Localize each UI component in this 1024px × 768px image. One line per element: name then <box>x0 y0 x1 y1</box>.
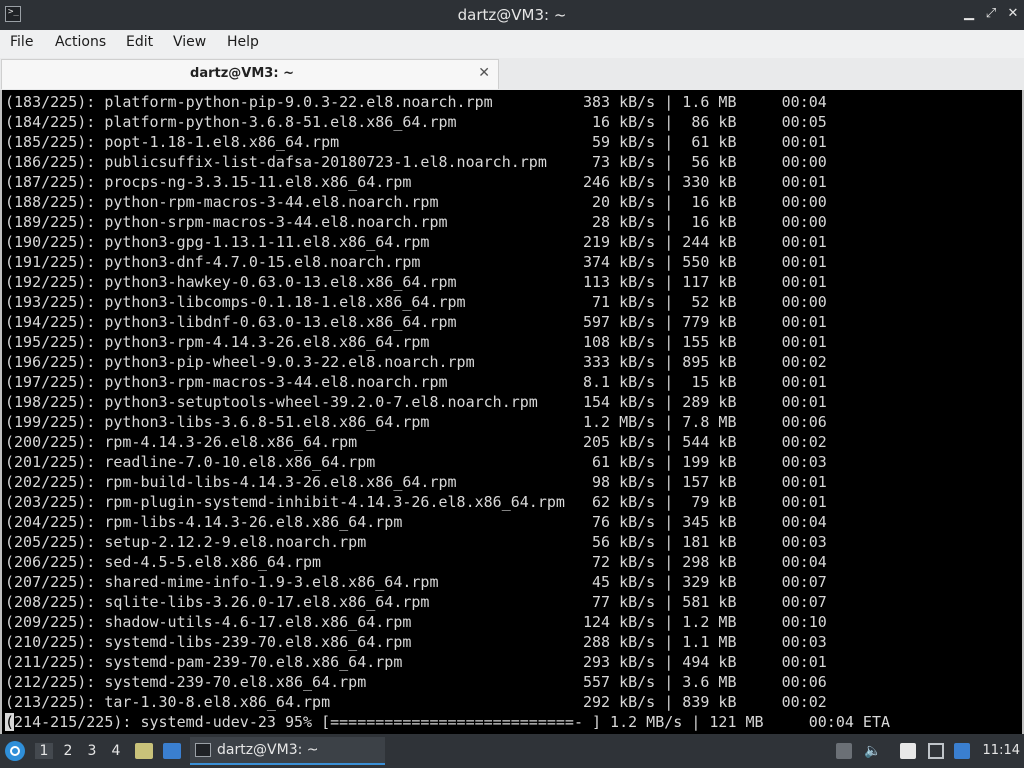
terminal-line: (191/225): python3-dnf-4.7.0-15.el8.noar… <box>5 253 827 271</box>
terminal-line: (193/225): python3-libcomps-0.1.18-1.el8… <box>5 293 827 311</box>
clipboard-icon[interactable] <box>900 743 916 759</box>
menu-view[interactable]: View <box>173 34 206 50</box>
terminal-line: (213/225): tar-1.30-8.el8.x86_64.rpm 292… <box>5 693 827 711</box>
terminal-line: (200/225): rpm-4.14.3-26.el8.x86_64.rpm … <box>5 433 827 451</box>
minimize-icon[interactable]: ▁ <box>962 7 976 21</box>
terminal-line: (202/225): rpm-build-libs-4.14.3-26.el8.… <box>5 473 827 491</box>
taskbar: 1 2 3 4 dartz@VM3: ~ 🔈 11:14 <box>0 734 1024 768</box>
workspace-2[interactable]: 2 <box>59 743 77 759</box>
workspace-4[interactable]: 4 <box>107 743 125 759</box>
terminal-line: (190/225): python3-gpg-1.13.1-11.el8.x86… <box>5 233 827 251</box>
terminal-line: (194/225): python3-libdnf-0.63.0-13.el8.… <box>5 313 827 331</box>
show-desktop-icon[interactable] <box>163 743 181 759</box>
close-window-icon[interactable]: ✕ <box>1006 7 1020 21</box>
network-icon[interactable] <box>928 743 944 759</box>
terminal-line: (205/225): setup-2.12.2-9.el8.noarch.rpm… <box>5 533 827 551</box>
start-menu-icon[interactable] <box>5 741 25 761</box>
taskbar-terminal-task[interactable]: dartz@VM3: ~ <box>190 737 385 765</box>
terminal-line: (199/225): python3-libs-3.6.8-51.el8.x86… <box>5 413 827 431</box>
progress-line: (214-215/225): systemd-udev-23 95% [====… <box>5 712 890 732</box>
menu-help[interactable]: Help <box>227 34 259 50</box>
terminal-line: (204/225): rpm-libs-4.14.3-26.el8.x86_64… <box>5 513 827 531</box>
menu-file[interactable]: File <box>10 34 33 50</box>
terminal-output[interactable]: (183/225): platform-python-pip-9.0.3-22.… <box>0 90 1024 734</box>
terminal-line: (185/225): popt-1.18-1.el8.x86_64.rpm 59… <box>5 133 827 151</box>
notification-icon[interactable] <box>954 743 970 759</box>
terminal-line: (184/225): platform-python-3.6.8-51.el8.… <box>5 113 827 131</box>
terminal-line: (186/225): publicsuffix-list-dafsa-20180… <box>5 153 827 171</box>
terminal-line: (197/225): python3-rpm-macros-3-44.el8.n… <box>5 373 827 391</box>
terminal-line: (211/225): systemd-pam-239-70.el8.x86_64… <box>5 653 827 671</box>
close-tab-icon[interactable]: ✕ <box>478 65 490 81</box>
terminal-line: (187/225): procps-ng-3.3.15-11.el8.x86_6… <box>5 173 827 191</box>
progress-text: 214-215/225): systemd-udev-23 95% [=====… <box>14 713 891 731</box>
terminal-task-icon <box>195 743 211 757</box>
terminal-line: (203/225): rpm-plugin-systemd-inhibit-4.… <box>5 493 827 511</box>
terminal-cursor: ( <box>5 713 15 731</box>
terminal-line: (208/225): sqlite-libs-3.26.0-17.el8.x86… <box>5 593 827 611</box>
terminal-line: (196/225): python3-pip-wheel-9.0.3-22.el… <box>5 353 827 371</box>
terminal-line: (201/225): readline-7.0-10.el8.x86_64.rp… <box>5 453 827 471</box>
terminal-line: (189/225): python-srpm-macros-3-44.el8.n… <box>5 213 827 231</box>
volume-icon[interactable]: 🔈 <box>864 743 881 759</box>
tab-label: dartz@VM3: ~ <box>190 66 294 81</box>
task-label: dartz@VM3: ~ <box>217 742 319 758</box>
terminal-line: (183/225): platform-python-pip-9.0.3-22.… <box>5 93 827 111</box>
terminal-line: (192/225): python3-hawkey-0.63.0-13.el8.… <box>5 273 827 291</box>
terminal-tab[interactable]: dartz@VM3: ~ ✕ <box>1 59 499 89</box>
terminal-line: (198/225): python3-setuptools-wheel-39.2… <box>5 393 827 411</box>
terminal-line: (188/225): python-rpm-macros-3-44.el8.no… <box>5 193 827 211</box>
menu-bar: File Actions Edit View Help <box>0 30 1024 59</box>
terminal-line: (212/225): systemd-239-70.el8.x86_64.rpm… <box>5 673 827 691</box>
menu-edit[interactable]: Edit <box>126 34 153 50</box>
eject-icon[interactable] <box>836 743 852 759</box>
tab-bar: dartz@VM3: ~ ✕ <box>0 58 1024 90</box>
title-bar: >_ dartz@VM3: ~ ▁ ⤢ ✕ <box>0 0 1024 30</box>
workspace-1[interactable]: 1 <box>35 743 53 759</box>
terminal-line: (207/225): shared-mime-info-1.9-3.el8.x8… <box>5 573 827 591</box>
menu-actions[interactable]: Actions <box>55 34 106 50</box>
terminal-line: (210/225): systemd-libs-239-70.el8.x86_6… <box>5 633 827 651</box>
terminal-line: (206/225): sed-4.5-5.el8.x86_64.rpm 72 k… <box>5 553 827 571</box>
clock[interactable]: 11:14 <box>983 743 1020 758</box>
workspace-3[interactable]: 3 <box>83 743 101 759</box>
terminal-line: (209/225): shadow-utils-4.6-17.el8.x86_6… <box>5 613 827 631</box>
terminal-line: (195/225): python3-rpm-4.14.3-26.el8.x86… <box>5 333 827 351</box>
window-title: dartz@VM3: ~ <box>457 6 567 24</box>
restore-icon[interactable]: ⤢ <box>984 7 998 21</box>
file-manager-icon[interactable] <box>135 743 153 759</box>
